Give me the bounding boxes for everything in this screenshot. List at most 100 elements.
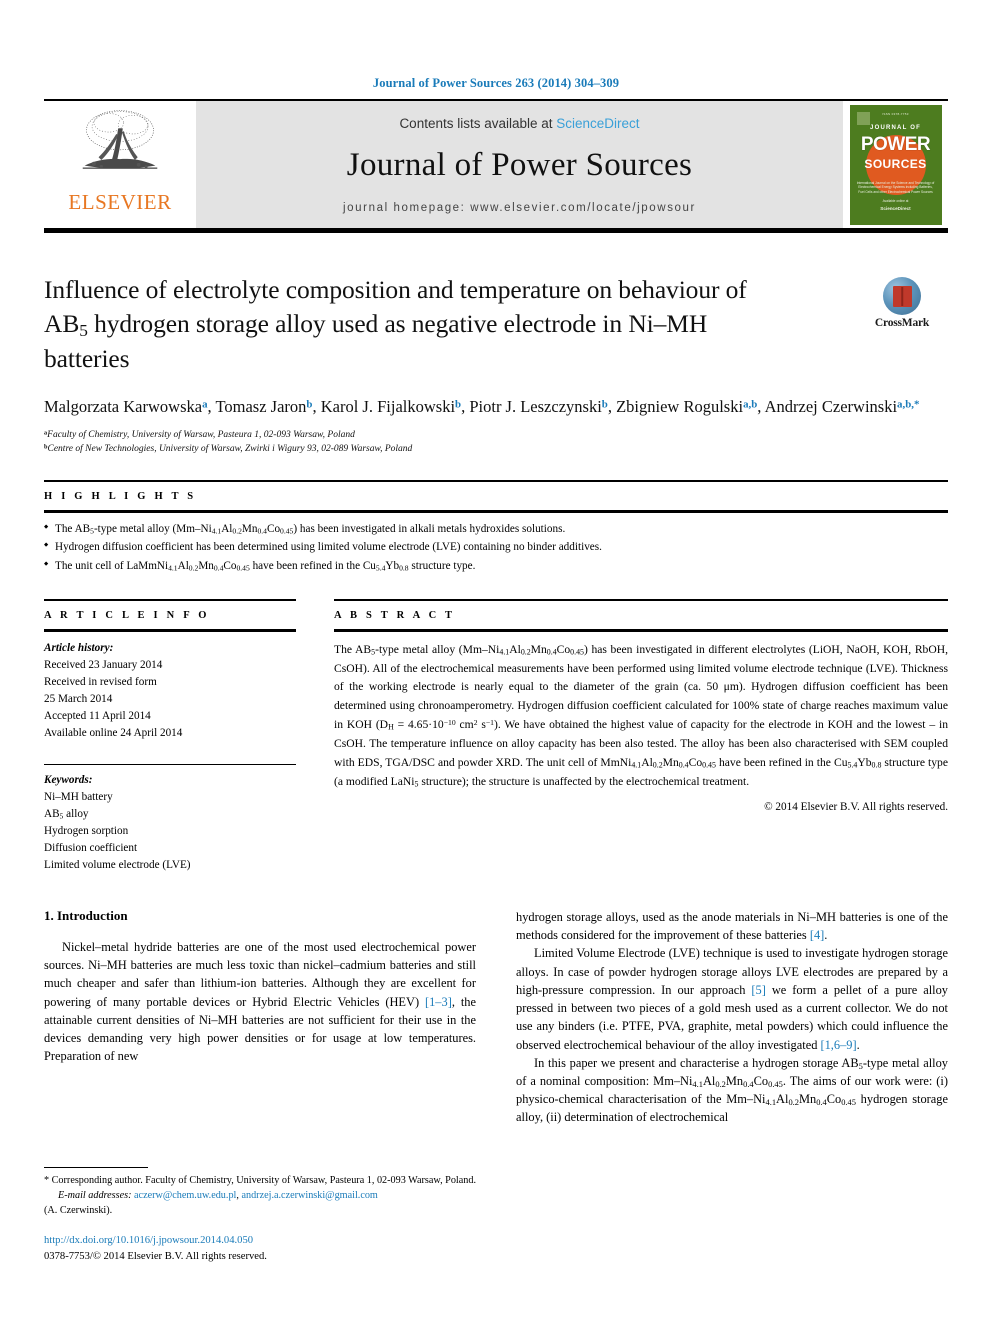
body-column-left: 1. Introduction Nickel–metal hydride bat…	[44, 908, 476, 1266]
highlights-section: H I G H L I G H T S The AB5-type metal a…	[44, 480, 948, 574]
doi-link[interactable]: http://dx.doi.org/10.1016/j.jpowsour.201…	[44, 1233, 476, 1249]
abstract-bottom-rule	[334, 628, 948, 632]
crossmark-book-glyph	[892, 285, 912, 307]
article-history-block: Article history: Received 23 January 201…	[44, 640, 296, 742]
corresponding-author-note: * Corresponding author. Faculty of Chemi…	[44, 1173, 476, 1219]
running-head: Journal of Power Sources 263 (2014) 304–…	[372, 76, 620, 90]
title-block: Influence of electrolyte composition and…	[44, 273, 948, 376]
footnote-block: * Corresponding author. Faculty of Chemi…	[44, 1166, 476, 1266]
article-info-column: A R T I C L E I N F O Article history: R…	[44, 598, 296, 874]
footnote-rule	[44, 1166, 148, 1168]
keywords-inner: Keywords: Ni–MH battery AB5 alloy Hydrog…	[44, 772, 296, 874]
author-list: Malgorzata Karwowskaa, Tomasz Jaronb, Ka…	[44, 394, 948, 419]
affiliation-text: Faculty of Chemistry, University of Wars…	[47, 429, 355, 440]
sciencedirect-link[interactable]: ScienceDirect	[556, 116, 639, 131]
cover-footer-small: Available online at	[882, 199, 909, 204]
author-item: Malgorzata Karwowskaa,	[44, 397, 215, 416]
crossmark-badge[interactable]: CrossMark	[856, 277, 948, 329]
body-columns: 1. Introduction Nickel–metal hydride bat…	[44, 908, 948, 1266]
history-item: Received 23 January 2014	[44, 658, 163, 671]
author-affil-mark[interactable]: a,b	[743, 398, 757, 410]
email-addresses-label: E-mail addresses:	[58, 1190, 132, 1202]
history-item: Accepted 11 April 2014	[44, 709, 151, 722]
paragraph: In this paper we present and characteris…	[516, 1055, 949, 1125]
title-line-1: Influence of electrolyte composition and…	[44, 275, 747, 304]
paragraph: Nickel–metal hydride batteries are one o…	[44, 939, 476, 1064]
citation-link[interactable]: [4]	[810, 928, 824, 942]
cover-subtitle: International Journal on the Science and…	[856, 180, 935, 195]
elsevier-wordmark: ELSEVIER	[68, 190, 172, 214]
masthead-bottom-rule	[44, 228, 948, 233]
elsevier-tree-icon	[82, 110, 158, 169]
article-history-label: Article history:	[44, 641, 114, 654]
crossmark-label: CrossMark	[874, 317, 930, 329]
article-info-heading: A R T I C L E I N F O	[44, 609, 210, 621]
author-name: Andrzej Czerwinski	[764, 396, 898, 416]
author-item: Tomasz Jaronb,	[215, 397, 320, 416]
affiliation-item: bCentre of New Technologies, University …	[44, 442, 948, 456]
keyword-item: Ni–MH battery	[44, 790, 113, 803]
elsevier-logo-block: ELSEVIER	[44, 101, 196, 228]
author-sep: ,	[607, 396, 617, 416]
author-affil-mark[interactable]: a,b,*	[897, 398, 919, 410]
abstract-heading: A B S T R A C T	[334, 609, 456, 621]
citation-link[interactable]: [1,6–9]	[820, 1038, 856, 1052]
abstract-text: The AB5-type metal alloy (Mm–Ni4.1Al0.2M…	[334, 642, 949, 789]
paper-page: Journal of Power Sources 263 (2014) 304–…	[0, 0, 992, 1323]
author-name: Karol J. Fijalkowski	[320, 396, 456, 416]
list-item: Hydrogen diffusion coefficient has been …	[44, 538, 948, 556]
article-info-top-rule	[44, 598, 296, 601]
author-name: Zbigniew Rogulski	[616, 396, 744, 416]
paragraph: hydrogen storage alloys, used as the ano…	[516, 909, 948, 943]
author-name: Tomasz Jaron	[215, 396, 307, 416]
author-item: Zbigniew Rogulskia,b,	[616, 397, 765, 416]
journal-title: Journal of Power Sources	[346, 147, 693, 183]
keywords-label: Keywords:	[44, 773, 93, 786]
body-column-right: hydrogen storage alloys, used as the ano…	[516, 908, 948, 1266]
keyword-item: Hydrogen sorption	[44, 824, 129, 837]
doi-block: http://dx.doi.org/10.1016/j.jpowsour.201…	[44, 1233, 476, 1266]
author-item: Andrzej Czerwinskia,b,*	[765, 397, 920, 416]
abstract-top-rule	[334, 598, 948, 601]
author-item: Piotr J. Leszczynskib,	[469, 397, 616, 416]
contents-prefix: Contents lists available at	[399, 116, 557, 131]
author-sep: ,	[757, 396, 765, 416]
author-item: Karol J. Fijalkowskib,	[321, 397, 470, 416]
journal-homepage-link[interactable]: journal homepage: www.elsevier.com/locat…	[343, 202, 696, 214]
contents-available-line: Contents lists available at ScienceDirec…	[399, 116, 639, 131]
email-link-primary[interactable]: aczerw@chem.uw.edu.pl	[134, 1190, 236, 1201]
cover-power-word: POWER	[860, 133, 931, 155]
email-link-secondary[interactable]: andrzej.a.czerwinski@gmail.com	[241, 1190, 377, 1201]
cover-issn: ISSN 0378-7753	[882, 111, 909, 116]
affiliation-item: aFaculty of Chemistry, University of War…	[44, 428, 948, 442]
cover-footer-brand: ScienceDirect	[880, 205, 911, 211]
cover-elsevier-mark	[856, 111, 870, 125]
keywords-rule	[44, 763, 296, 765]
title-subscript-5: 5	[79, 320, 88, 340]
journal-masthead: ELSEVIER Contents lists available at Sci…	[44, 101, 948, 228]
keyword-item: Diffusion coefficient	[44, 841, 138, 854]
list-item: The AB5-type metal alloy (Mm–Ni4.1Al0.2M…	[44, 520, 948, 538]
affiliation-text: Centre of New Technologies, University o…	[47, 444, 413, 455]
abstract-copyright: © 2014 Elsevier B.V. All rights reserved…	[764, 800, 948, 813]
author-sep: ,	[312, 396, 321, 416]
history-item: Received in revised form	[44, 675, 157, 688]
info-abstract-row: A R T I C L E I N F O Article history: R…	[44, 598, 949, 874]
journal-cover-block: ISSN 0378-7753 JOURNAL OF POWER SOURCES …	[843, 101, 948, 228]
section-heading-introduction: 1. Introduction	[44, 907, 128, 923]
highlights-heading: H I G H L I G H T S	[44, 491, 197, 503]
article-info-bottom-rule	[44, 628, 296, 632]
citation-link[interactable]: [1–3]	[425, 995, 452, 1009]
abstract-column: A B S T R A C T The AB5-type metal alloy…	[334, 598, 949, 874]
highlights-top-rule	[44, 480, 948, 483]
keywords-block: Keywords: Ni–MH battery AB5 alloy Hydrog…	[44, 755, 296, 874]
title-text-wrap: Influence of electrolyte composition and…	[44, 273, 856, 376]
citation-link[interactable]: [5]	[751, 983, 765, 997]
author-name: Piotr J. Leszczynski	[469, 396, 602, 416]
keyword-item: AB5 alloy	[44, 807, 89, 821]
history-item: Available online 24 April 2014	[44, 726, 183, 739]
history-item: 25 March 2014	[44, 692, 113, 705]
list-item: The unit cell of LaMmNi4.1Al0.2Mn0.4Co0.…	[44, 557, 948, 575]
cover-journal-of: JOURNAL OF	[870, 124, 921, 131]
issn-copyright-line: 0378-7753/© 2014 Elsevier B.V. All right…	[44, 1251, 267, 1263]
